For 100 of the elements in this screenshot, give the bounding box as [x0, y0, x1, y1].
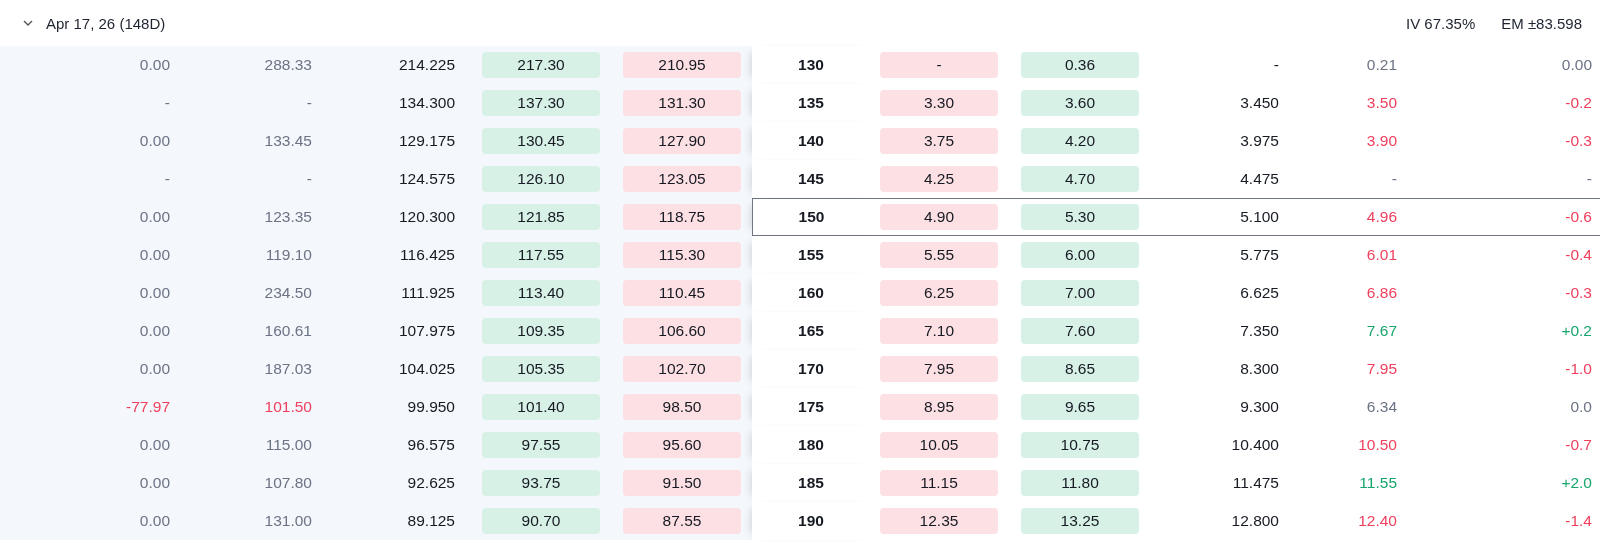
put-last-price: 10.50	[1358, 436, 1397, 454]
call-last-price: -	[306, 170, 312, 188]
put-mark-price: 11.475	[1232, 474, 1279, 492]
call-last-price: 234.50	[264, 284, 312, 302]
call-bid-price[interactable]: 217.30	[482, 52, 600, 78]
call-bid-price[interactable]: 109.35	[482, 318, 600, 344]
call-ask-price[interactable]: 210.95	[623, 52, 741, 78]
put-bid-price[interactable]: 3.75	[880, 128, 998, 154]
put-change: +0.2	[1561, 322, 1592, 340]
strike-price: 170	[752, 350, 870, 388]
strike-price: 135	[752, 84, 870, 122]
put-bid-price[interactable]: 5.55	[880, 242, 998, 268]
put-last-price: 11.55	[1359, 474, 1397, 492]
strike-price: 165	[752, 312, 870, 350]
put-ask-price[interactable]: 8.65	[1021, 356, 1139, 382]
call-bid-price[interactable]: 121.85	[482, 204, 600, 230]
call-ask-price[interactable]: 95.60	[623, 432, 741, 458]
put-ask-price[interactable]: 7.60	[1021, 318, 1139, 344]
call-mark-price: 214.225	[398, 56, 455, 74]
strike-price: 150	[752, 198, 870, 236]
strike-price: 160	[752, 274, 870, 312]
call-ask-price[interactable]: 87.55	[623, 508, 741, 534]
put-mark-price: 5.100	[1240, 208, 1279, 226]
call-ask-price[interactable]: 118.75	[623, 204, 741, 230]
strike-price: 180	[752, 426, 870, 464]
put-bid-price[interactable]: 4.25	[880, 166, 998, 192]
put-bid-price[interactable]: 7.95	[880, 356, 998, 382]
put-change: -0.3	[1565, 284, 1592, 302]
call-bid-price[interactable]: 93.75	[482, 470, 600, 496]
put-ask-price[interactable]: 5.30	[1021, 204, 1139, 230]
put-change: 0.0	[1570, 398, 1592, 416]
put-change: -0.4	[1565, 246, 1592, 264]
put-change: -1.0	[1565, 360, 1592, 378]
put-bid-price[interactable]: 4.90	[880, 204, 998, 230]
put-ask-price[interactable]: 11.80	[1021, 470, 1139, 496]
call-ask-price[interactable]: 123.05	[623, 166, 741, 192]
put-ask-price[interactable]: 7.00	[1021, 280, 1139, 306]
call-bid-price[interactable]: 101.40	[482, 394, 600, 420]
call-change: 0.00	[139, 132, 170, 150]
strike-price: 145	[752, 160, 870, 198]
expected-move: EM ±83.598	[1501, 14, 1582, 32]
call-last-price: 131.00	[264, 512, 312, 530]
put-mark-price: 8.300	[1240, 360, 1279, 378]
call-ask-price[interactable]: 106.60	[623, 318, 741, 344]
call-bid-price[interactable]: 130.45	[482, 128, 600, 154]
put-bid-price[interactable]: 12.35	[880, 508, 998, 534]
call-bid-price[interactable]: 105.35	[482, 356, 600, 382]
put-mark-price: 3.975	[1240, 132, 1279, 150]
call-mark-price: 99.950	[407, 398, 455, 416]
put-mark-price: 6.625	[1240, 284, 1279, 302]
call-ask-price[interactable]: 115.30	[623, 242, 741, 268]
call-ask-price[interactable]: 127.90	[623, 128, 741, 154]
put-ask-price[interactable]: 6.00	[1021, 242, 1139, 268]
call-bid-price[interactable]: 137.30	[482, 90, 600, 116]
put-last-price: 7.67	[1366, 322, 1397, 340]
put-ask-price[interactable]: 13.25	[1021, 508, 1139, 534]
call-ask-price[interactable]: 131.30	[623, 90, 741, 116]
call-bid-price[interactable]: 90.70	[482, 508, 600, 534]
call-mark-price: 104.025	[398, 360, 455, 378]
call-bid-price[interactable]: 117.55	[482, 242, 600, 268]
put-ask-price[interactable]: 4.70	[1021, 166, 1139, 192]
call-bid-price[interactable]: 126.10	[482, 166, 600, 192]
put-bid-price[interactable]: 6.25	[880, 280, 998, 306]
put-last-price: 6.01	[1366, 246, 1397, 264]
call-last-price: 115.00	[265, 436, 312, 454]
call-last-price: 160.61	[264, 322, 312, 340]
call-last-price: 107.80	[264, 474, 312, 492]
call-ask-price[interactable]: 98.50	[623, 394, 741, 420]
put-bid-price[interactable]: 8.95	[880, 394, 998, 420]
call-change: 0.00	[139, 246, 170, 264]
put-ask-price[interactable]: 10.75	[1021, 432, 1139, 458]
call-change: -	[164, 170, 170, 188]
put-bid-price[interactable]: 11.15	[880, 470, 998, 496]
put-last-price: 3.90	[1366, 132, 1397, 150]
call-bid-price[interactable]: 97.55	[482, 432, 600, 458]
implied-volatility: IV 67.35%	[1406, 14, 1476, 32]
strike-price: 155	[752, 236, 870, 274]
put-bid-price[interactable]: 10.05	[880, 432, 998, 458]
call-last-price: 101.50	[264, 398, 312, 416]
put-bid-price[interactable]: 7.10	[880, 318, 998, 344]
call-mark-price: 107.975	[398, 322, 455, 340]
call-ask-price[interactable]: 91.50	[623, 470, 741, 496]
put-change: -1.4	[1565, 512, 1592, 530]
put-bid-price[interactable]: 3.30	[880, 90, 998, 116]
put-change: -0.7	[1565, 436, 1592, 454]
strike-price: 190	[752, 502, 870, 540]
put-mark-price: 5.775	[1240, 246, 1279, 264]
put-mark-price: 9.300	[1240, 398, 1279, 416]
strike-price: 185	[752, 464, 870, 502]
call-ask-price[interactable]: 110.45	[623, 280, 741, 306]
put-ask-price[interactable]: 9.65	[1021, 394, 1139, 420]
put-ask-price[interactable]: 0.36	[1021, 52, 1139, 78]
call-bid-price[interactable]: 113.40	[482, 280, 600, 306]
call-last-price: 123.35	[264, 208, 312, 226]
call-last-price: 288.33	[264, 56, 312, 74]
put-ask-price[interactable]: 3.60	[1021, 90, 1139, 116]
put-bid-price[interactable]: -	[880, 52, 998, 78]
put-ask-price[interactable]: 4.20	[1021, 128, 1139, 154]
call-mark-price: 89.125	[407, 512, 455, 530]
call-ask-price[interactable]: 102.70	[623, 356, 741, 382]
